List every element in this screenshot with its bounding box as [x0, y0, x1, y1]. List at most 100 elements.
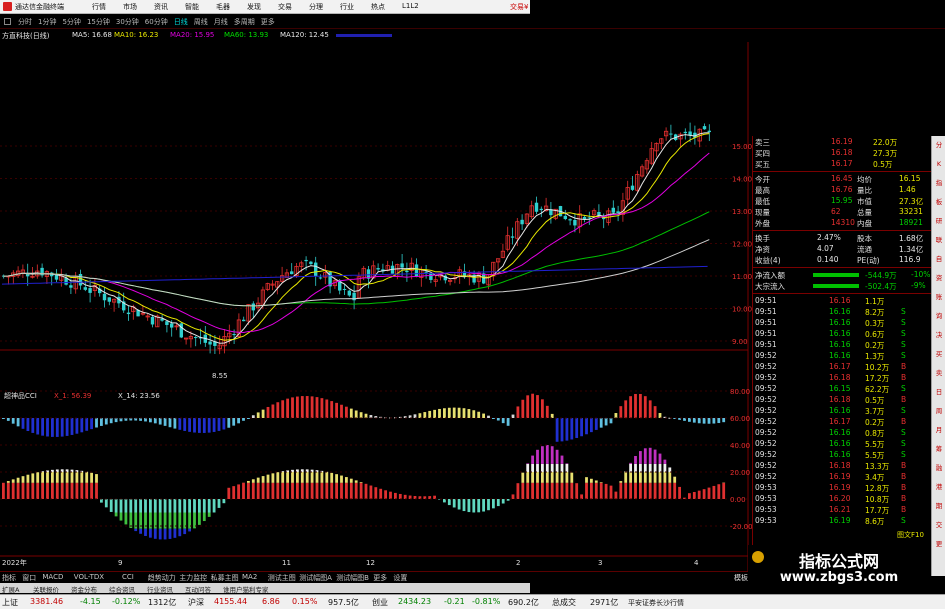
- sidebar-button-2[interactable]: 指: [934, 178, 944, 188]
- candle-body-down: [534, 202, 539, 212]
- extension-tab-6[interactable]: 谁用户猫利专家: [223, 584, 269, 594]
- sidebar-button-12[interactable]: 卖: [934, 368, 944, 378]
- menu-item-10[interactable]: L1L2: [402, 2, 433, 12]
- tick-time: 09:52: [755, 417, 777, 426]
- sidebar-button-15[interactable]: 月: [934, 425, 944, 435]
- sidebar-button-11[interactable]: 买: [934, 349, 944, 359]
- menu-item-6[interactable]: 交易: [278, 2, 309, 12]
- quote-stat-row[interactable]: 外盘 14310 内盘 18921: [753, 217, 931, 229]
- cci-upper-bar: [168, 418, 172, 428]
- sidebar-button-9[interactable]: 询: [934, 311, 944, 321]
- sidebar-button-14[interactable]: 周: [934, 406, 944, 416]
- cci-lower-bar: [408, 495, 412, 499]
- sidebar-button-1[interactable]: K: [934, 159, 944, 169]
- menu-item-5[interactable]: 发现: [247, 2, 278, 12]
- cci-upper-bar: [359, 412, 363, 418]
- capital-flow-row[interactable]: 大宗流入 -502.4万 -9%: [753, 280, 931, 292]
- indicator-tab-12[interactable]: 更多: [373, 573, 387, 583]
- extension-tab-4[interactable]: 行业资讯: [147, 584, 173, 594]
- stat-value: 18921: [899, 218, 923, 227]
- extension-tab-2[interactable]: 资金分布: [71, 584, 97, 594]
- sidebar-button-4[interactable]: 研: [934, 216, 944, 226]
- cci-lower-bar: [482, 499, 485, 512]
- cci-lower-bar: [305, 482, 309, 499]
- menu-item-4[interactable]: 毛器: [216, 2, 247, 12]
- sidebar-button-5[interactable]: 联: [934, 235, 944, 245]
- f10-link[interactable]: 图文F10: [897, 530, 924, 540]
- cci-lower-bar: [119, 499, 123, 513]
- cci-lower-bar: [550, 482, 554, 499]
- extension-tab-3[interactable]: 综合资讯: [109, 584, 135, 594]
- tick-row[interactable]: 09:53 16.19 8.6万 S: [753, 515, 931, 527]
- cci-upper-bar: [227, 418, 231, 428]
- cci-lower-bar: [619, 482, 623, 499]
- indicator-tab-3[interactable]: VOL-TDX: [74, 573, 104, 581]
- order-book-row[interactable]: 买五 16.17 0.5万: [753, 158, 931, 170]
- menu-item-1[interactable]: 市场: [123, 2, 154, 12]
- cci-lower-bar: [266, 482, 270, 499]
- sidebar-button-7[interactable]: 资: [934, 273, 944, 283]
- sidebar-button-21[interactable]: 更: [934, 539, 944, 549]
- indicator-tab-4[interactable]: CCI: [122, 573, 134, 581]
- candle-body-down: [290, 271, 294, 275]
- menu-item-9[interactable]: 热点: [371, 2, 402, 12]
- indicator-tab-13[interactable]: 设置: [393, 573, 407, 583]
- menu-item-7[interactable]: 分理: [309, 2, 340, 12]
- sidebar-button-20[interactable]: 交: [934, 520, 944, 530]
- candle-body-down: [582, 216, 587, 220]
- sidebar-button-17[interactable]: 融: [934, 463, 944, 473]
- extension-tab-1[interactable]: 关联报价: [33, 584, 59, 594]
- candle-body-down: [83, 287, 87, 290]
- cci-lower-bar: [354, 480, 358, 483]
- period-tab-6[interactable]: 日线: [174, 17, 188, 27]
- period-tab-10[interactable]: 更多: [261, 17, 275, 27]
- cci-lower-bar: [70, 472, 74, 483]
- period-tab-9[interactable]: 多周期: [234, 17, 255, 27]
- sidebar-button-3[interactable]: 板: [934, 197, 944, 207]
- menu-item-2[interactable]: 资讯: [154, 2, 185, 12]
- indicator-tab-2[interactable]: MACD: [42, 573, 63, 581]
- stat-label: PE(动): [857, 256, 880, 265]
- extension-tab-5[interactable]: 互动问答: [185, 584, 211, 594]
- cci-lower-bar: [624, 472, 628, 483]
- indicator-tab-9[interactable]: 测试主图: [268, 573, 296, 583]
- sidebar-button-6[interactable]: 自: [934, 254, 944, 264]
- quote-stat-row[interactable]: 收益(4) 0.140 PE(动) 116.9: [753, 254, 931, 266]
- sidebar-button-19[interactable]: 期: [934, 501, 944, 511]
- sidebar-button-8[interactable]: 账: [934, 292, 944, 302]
- period-tab-5[interactable]: 60分钟: [145, 17, 168, 27]
- cci-upper-bar: [428, 410, 432, 418]
- period-tab-1[interactable]: 1分钟: [38, 17, 56, 27]
- period-tab-2[interactable]: 5分钟: [62, 17, 80, 27]
- menu-item-3[interactable]: 智能: [185, 2, 216, 12]
- indicator-tab-7[interactable]: 私募主图: [211, 573, 239, 583]
- sidebar-button-16[interactable]: 筹: [934, 444, 944, 454]
- period-tab-4[interactable]: 30分钟: [116, 17, 139, 27]
- trade-menu-button[interactable]: 交易¥: [510, 2, 528, 12]
- sidebar-button-18[interactable]: 港: [934, 482, 944, 492]
- sidebar-button-10[interactable]: 决: [934, 330, 944, 340]
- sidebar-button-13[interactable]: 日: [934, 387, 944, 397]
- cci-lower-bar: [629, 482, 632, 499]
- indicator-tab-8[interactable]: MA2: [242, 573, 257, 581]
- indicator-tab-11[interactable]: 测试幅图B: [336, 573, 369, 583]
- indicator-tab-1[interactable]: 窗口: [22, 573, 36, 583]
- indicator-tab-6[interactable]: 主力监控: [179, 573, 207, 583]
- extension-tab-0[interactable]: 扩展A: [2, 584, 19, 594]
- period-tab-8[interactable]: 月线: [214, 17, 228, 27]
- cci-lower-bar: [149, 499, 152, 513]
- kline-chart[interactable]: 15.00 14.00 13.00 12.00 11.00 10.00 9.00 80.00…: [0, 42, 752, 571]
- indicator-tab-10[interactable]: 测试幅图A: [299, 573, 332, 583]
- indicator-tab-0[interactable]: 指标: [2, 573, 16, 583]
- period-checkbox[interactable]: [4, 18, 11, 25]
- period-tab-3[interactable]: 15分钟: [87, 17, 110, 27]
- menu-item-0[interactable]: 行情: [92, 2, 123, 12]
- indicator-tab-5[interactable]: 趋势动力: [148, 573, 176, 583]
- candle-body-down: [251, 303, 255, 311]
- template-button[interactable]: 模板: [734, 573, 748, 583]
- menu-item-8[interactable]: 行业: [340, 2, 371, 12]
- sidebar-button-0[interactable]: 分: [934, 140, 944, 150]
- period-tab-7[interactable]: 周线: [194, 17, 208, 27]
- period-tab-0[interactable]: 分时: [18, 17, 32, 27]
- cci-lower-bar: [134, 528, 138, 532]
